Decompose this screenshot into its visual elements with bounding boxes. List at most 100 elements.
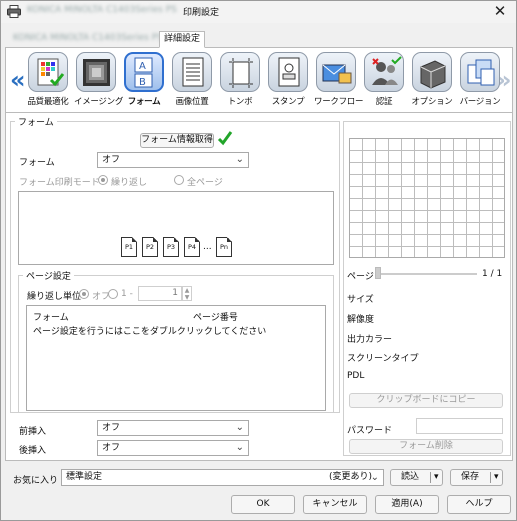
category-imaging[interactable]: イメージング	[74, 52, 124, 108]
workflow-icon	[316, 52, 356, 92]
back-insert-label: 後挿入	[19, 446, 47, 456]
tab-strip: KONICA MINOLTA C1403Series PS 詳細設定	[5, 28, 513, 48]
save-button[interactable]: 保存 ▾	[450, 469, 503, 486]
front-insert-label: 前挿入	[19, 427, 47, 437]
page-icon: Pn	[216, 237, 232, 257]
changed-indicator: (変更あり)	[329, 472, 373, 482]
category-image-position[interactable]: 画像位置	[170, 52, 214, 108]
dropdown-arrow-icon: ▾	[434, 472, 439, 482]
radio-repeat[interactable]	[98, 175, 108, 185]
front-insert-select[interactable]: オフ ⌄	[97, 420, 249, 436]
category-stamp[interactable]: スタンプ	[266, 52, 310, 108]
print-settings-window: KONICA MINOLTA C1403Series PS 印刷設定 ✕ KON…	[0, 0, 517, 521]
svg-text:A: A	[139, 61, 146, 72]
tab-printer[interactable]: KONICA MINOLTA C1403Series PS	[9, 31, 167, 48]
radio-repeat-off[interactable]	[79, 289, 89, 299]
list-hint: ページ設定を行うにはここをダブルクリックしてください	[33, 327, 267, 337]
category-auth[interactable]: 認証	[362, 52, 406, 108]
stamp-icon	[268, 52, 308, 92]
form-select[interactable]: オフ ⌄	[97, 152, 249, 168]
category-label: ワークフロー	[314, 97, 364, 107]
window-title-printer: KONICA MINOLTA C1403Series PS	[27, 5, 177, 15]
quality-icon	[28, 52, 68, 92]
chevron-down-icon: ⌄	[235, 154, 244, 165]
output-color-label: 出力カラー	[347, 335, 393, 345]
back-insert-select[interactable]: オフ ⌄	[97, 440, 249, 456]
nav-left-arrow[interactable]: «	[10, 66, 26, 94]
category-version[interactable]: バージョン	[458, 52, 502, 108]
category-options[interactable]: オプション	[410, 52, 454, 108]
cancel-button[interactable]: キャンセル	[303, 495, 367, 514]
trim-marks-icon	[220, 52, 260, 92]
help-button[interactable]: ヘルプ	[447, 495, 511, 514]
pdl-label: PDL	[347, 371, 365, 381]
category-label: フォーム	[127, 97, 161, 107]
ellipsis: ...	[203, 242, 212, 252]
version-icon	[460, 52, 500, 92]
dropdown-arrow-icon: ▾	[494, 472, 499, 482]
apply-button[interactable]: 適用(A)	[375, 495, 439, 514]
radio-repeat-range-label: 1 -	[121, 289, 133, 299]
repeat-unit-label: 繰り返し単位	[27, 292, 82, 302]
repeat-count-input[interactable]: 1	[138, 286, 182, 301]
radio-all-pages[interactable]	[174, 175, 184, 185]
resolution-label: 解像度	[347, 315, 375, 325]
category-label: スタンプ	[271, 97, 305, 107]
screen-type-label: スクリーンタイプ	[347, 354, 419, 364]
password-label: パスワード	[347, 426, 393, 436]
category-workflow[interactable]: ワークフロー	[314, 52, 364, 108]
page-icon: P1	[121, 237, 137, 257]
check-icon	[217, 131, 233, 146]
favorites-label: お気に入り	[13, 476, 59, 486]
load-button[interactable]: 読込 ▾	[390, 469, 443, 486]
printer-icon	[7, 5, 21, 18]
window-title: 印刷設定	[183, 8, 220, 18]
page-slider-handle[interactable]	[375, 267, 381, 279]
chevron-down-icon: ⌄	[370, 472, 379, 483]
svg-text:B: B	[139, 77, 146, 88]
page-icon: P4	[184, 237, 200, 257]
size-label: サイズ	[347, 295, 374, 305]
page-preview-grid	[349, 138, 505, 258]
page-icon: P2	[142, 237, 158, 257]
ok-button[interactable]: OK	[231, 495, 295, 514]
chevron-down-icon: ⌄	[235, 442, 244, 453]
page-settings-list[interactable]: フォーム ページ番号 ページ設定を行うにはここをダブルクリックしてください	[26, 305, 326, 411]
imaging-icon	[76, 52, 116, 92]
category-label: トンボ	[227, 97, 253, 107]
column-page-number: ページ番号	[193, 313, 238, 323]
favorites-select[interactable]: 標準設定 (変更あり) ⌄	[61, 469, 384, 486]
radio-all-pages-label: 全ページ	[187, 178, 223, 188]
print-mode-label: フォーム印刷モード	[19, 178, 100, 188]
category-form[interactable]: AB フォーム	[122, 52, 166, 108]
category-label: 画像位置	[175, 97, 209, 107]
category-label: バージョン	[459, 97, 501, 107]
column-form: フォーム	[33, 313, 69, 323]
category-trim-marks[interactable]: トンボ	[218, 52, 262, 108]
chevron-down-icon: ⌄	[235, 422, 244, 433]
form-section-title: フォーム	[15, 115, 57, 128]
form-label: フォーム	[19, 158, 55, 168]
delete-form-button[interactable]: フォーム削除	[349, 439, 503, 454]
password-input[interactable]	[416, 418, 503, 434]
category-label: 認証	[375, 97, 393, 107]
form-preview-box: P1 P2 P3 P4 ... Pn	[18, 191, 334, 265]
category-bar: « » 品質最適化 イメージング AB フォーム 画像位置 トンボ スタンプ ワ…	[5, 48, 513, 112]
radio-repeat-range[interactable]	[108, 289, 118, 299]
title-bar: KONICA MINOLTA C1403Series PS 印刷設定 ✕	[1, 1, 516, 23]
options-icon	[412, 52, 452, 92]
category-quality[interactable]: 品質最適化	[26, 52, 70, 108]
get-form-info-button[interactable]: フォーム情報取得	[140, 133, 214, 148]
page-count: 1 / 1	[482, 269, 503, 279]
form-icon: AB	[124, 52, 164, 92]
users-icon	[364, 52, 404, 92]
tab-advanced[interactable]: 詳細設定	[159, 31, 206, 48]
page-label: ページ	[347, 272, 374, 282]
close-button[interactable]: ✕	[485, 0, 515, 22]
spin-buttons[interactable]: ▲ ▼	[182, 286, 192, 301]
page-settings-title: ページ設定	[23, 269, 74, 282]
image-position-icon	[172, 52, 212, 92]
category-label: イメージング	[74, 97, 124, 107]
category-label: 品質最適化	[27, 97, 69, 107]
copy-clipboard-button[interactable]: クリップボードにコピー	[349, 393, 503, 408]
